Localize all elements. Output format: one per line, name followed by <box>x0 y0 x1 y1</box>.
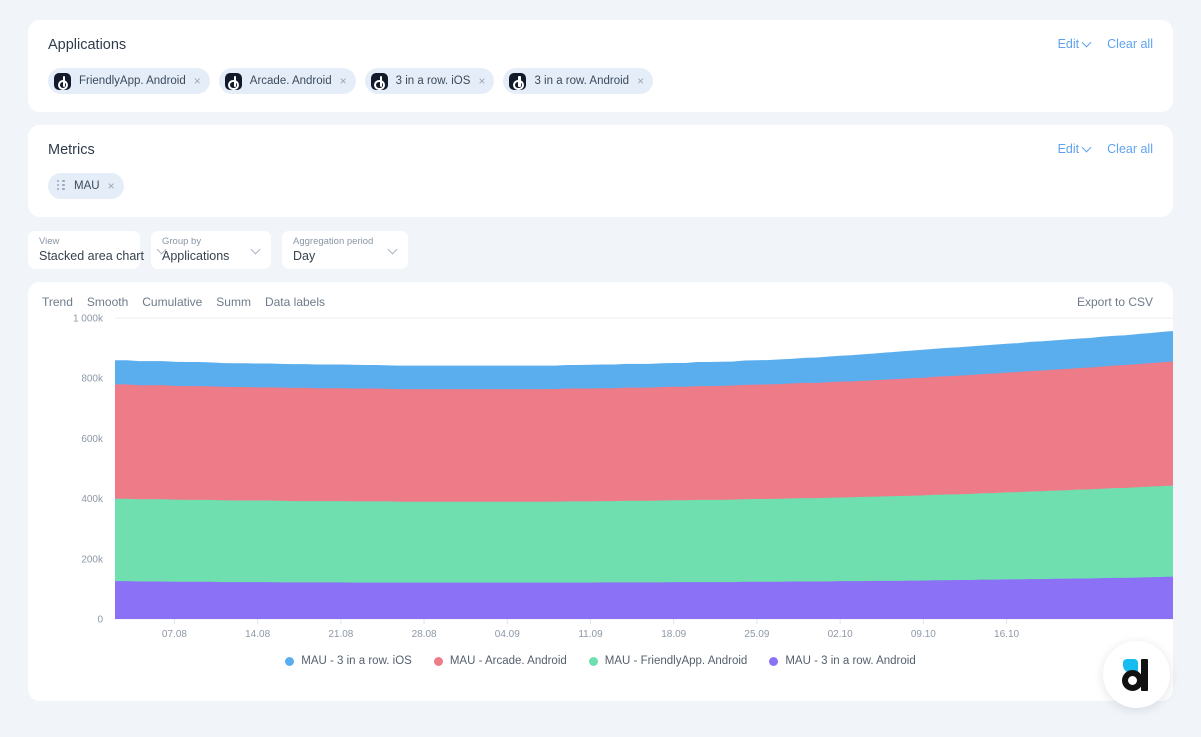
metrics-edit-label: Edit <box>1057 142 1080 156</box>
chart-card: Trend Smooth Cumulative Summ Data labels… <box>28 282 1173 701</box>
legend-label: MAU - Arcade. Android <box>449 655 567 667</box>
close-icon[interactable]: × <box>478 75 485 87</box>
svg-text:02.10: 02.10 <box>828 629 853 640</box>
applications-clear-all-button[interactable]: Clear all <box>1107 36 1153 52</box>
legend-item[interactable]: MAU - 3 in a row. iOS <box>285 654 412 668</box>
svg-text:200k: 200k <box>81 554 104 565</box>
chevron-down-icon <box>1083 38 1091 46</box>
application-chip[interactable]: FriendlyApp. Android × <box>48 68 210 94</box>
close-icon[interactable]: × <box>340 75 347 87</box>
legend-item[interactable]: MAU - Arcade. Android <box>433 654 567 668</box>
view-select-label: View <box>39 236 60 247</box>
svg-text:600k: 600k <box>81 434 104 445</box>
chip-label: 3 in a row. Android <box>534 75 630 87</box>
drag-handle-icon[interactable] <box>57 179 66 193</box>
svg-text:400k: 400k <box>81 494 104 505</box>
legend-item[interactable]: MAU - 3 in a row. Android <box>769 654 916 668</box>
applications-card: Applications Edit Clear all FriendlyApp.… <box>28 20 1173 112</box>
svg-text:18.09: 18.09 <box>661 629 686 640</box>
applications-title: Applications <box>48 37 127 53</box>
chip-label: FriendlyApp. Android <box>79 75 186 87</box>
chevron-down-icon <box>158 246 167 255</box>
group-by-select[interactable]: Group by Applications <box>151 231 271 269</box>
svg-text:800k: 800k <box>81 374 104 385</box>
aggregation-period-select-value: Day <box>293 249 316 263</box>
toolbar-cumulative-button[interactable]: Cumulative <box>142 295 202 310</box>
chip-label: Arcade. Android <box>249 75 332 87</box>
chart-controls-row: View Stacked area chart Group by Applica… <box>28 231 1173 269</box>
applications-chip-row: FriendlyApp. Android × Arcade. Android ×… <box>28 54 1173 112</box>
export-to-csv-button[interactable]: Export to CSV <box>1077 295 1153 310</box>
legend-color-dot <box>433 656 443 666</box>
chart-toolbar-options: Trend Smooth Cumulative Summ Data labels <box>42 295 325 310</box>
legend-color-dot <box>588 656 598 666</box>
legend-color-dot <box>769 656 779 666</box>
chevron-down-icon <box>252 246 261 255</box>
application-chip[interactable]: 3 in a row. iOS × <box>364 68 495 94</box>
legend-item[interactable]: MAU - FriendlyApp. Android <box>588 654 748 668</box>
legend-label: MAU - FriendlyApp. Android <box>604 655 748 667</box>
close-icon[interactable]: × <box>637 75 644 87</box>
metric-chip[interactable]: MAU × <box>48 173 124 199</box>
legend-label: MAU - 3 in a row. iOS <box>301 655 412 667</box>
brand-logo-button[interactable] <box>1103 641 1170 708</box>
chart-plot-svg: 0 200k 400k 600k 800k 1 000k 07.08 14.08 21.08 28… <box>73 314 1173 640</box>
view-select[interactable]: View Stacked area chart <box>28 231 144 269</box>
chip-label: MAU <box>74 180 100 192</box>
app-logo-icon <box>509 72 527 91</box>
metrics-card-header: Metrics Edit Clear all <box>28 125 1173 159</box>
app-logo-icon <box>54 72 71 91</box>
svg-text:25.09: 25.09 <box>744 629 769 640</box>
aggregation-period-select[interactable]: Aggregation period Day <box>282 231 408 269</box>
svg-text:0: 0 <box>97 615 103 626</box>
view-select-value: Stacked area chart <box>39 249 144 263</box>
analytics-page: Applications Edit Clear all FriendlyApp.… <box>0 0 1201 737</box>
stacked-area-chart[interactable]: 0 200k 400k 600k 800k 1 000k 07.08 14.08 21.08 28… <box>28 310 1173 682</box>
applications-header-actions: Edit Clear all <box>1058 36 1153 52</box>
metrics-title: Metrics <box>48 142 95 158</box>
close-icon[interactable]: × <box>194 75 201 87</box>
chip-label: 3 in a row. iOS <box>395 75 471 87</box>
svg-text:09.10: 09.10 <box>911 629 936 640</box>
toolbar-smooth-button[interactable]: Smooth <box>87 295 128 310</box>
metrics-chip-row: MAU × <box>28 159 1173 217</box>
metrics-card: Metrics Edit Clear all MAU × <box>28 125 1173 217</box>
legend-label: MAU - 3 in a row. Android <box>785 655 916 667</box>
applications-edit-label: Edit <box>1057 37 1080 51</box>
legend-color-dot <box>285 656 295 666</box>
chevron-down-icon <box>389 246 398 255</box>
devtodev-logo-icon <box>1120 657 1154 693</box>
svg-text:28.08: 28.08 <box>412 629 437 640</box>
chart-legend: MAU - 3 in a row. iOS MAU - Arcade. Andro… <box>28 654 1173 668</box>
chart-toolbar: Trend Smooth Cumulative Summ Data labels… <box>28 282 1173 310</box>
svg-text:1 000k: 1 000k <box>73 314 104 325</box>
application-chip[interactable]: Arcade. Android × <box>218 68 356 94</box>
svg-text:04.09: 04.09 <box>495 629 520 640</box>
applications-edit-button[interactable]: Edit <box>1058 36 1092 52</box>
toolbar-trend-button[interactable]: Trend <box>42 295 73 310</box>
svg-text:21.08: 21.08 <box>328 629 353 640</box>
chevron-down-icon <box>1083 143 1091 151</box>
svg-text:07.08: 07.08 <box>162 629 187 640</box>
metrics-clear-all-button[interactable]: Clear all <box>1107 141 1153 157</box>
group-by-select-label: Group by <box>162 236 202 247</box>
toolbar-data-labels-button[interactable]: Data labels <box>265 295 325 310</box>
svg-text:11.09: 11.09 <box>578 629 603 640</box>
svg-text:14.08: 14.08 <box>245 629 270 640</box>
metrics-edit-button[interactable]: Edit <box>1058 141 1092 157</box>
toolbar-summ-button[interactable]: Summ <box>216 295 251 310</box>
application-chip[interactable]: 3 in a row. Android × <box>503 68 654 94</box>
aggregation-period-select-label: Aggregation period <box>293 236 374 247</box>
group-by-select-value: Applications <box>162 249 230 263</box>
app-logo-icon <box>370 72 388 91</box>
app-logo-icon <box>224 72 242 91</box>
metrics-header-actions: Edit Clear all <box>1058 141 1153 157</box>
svg-text:16.10: 16.10 <box>994 629 1019 640</box>
applications-card-header: Applications Edit Clear all <box>28 20 1173 54</box>
close-icon[interactable]: × <box>108 180 115 192</box>
